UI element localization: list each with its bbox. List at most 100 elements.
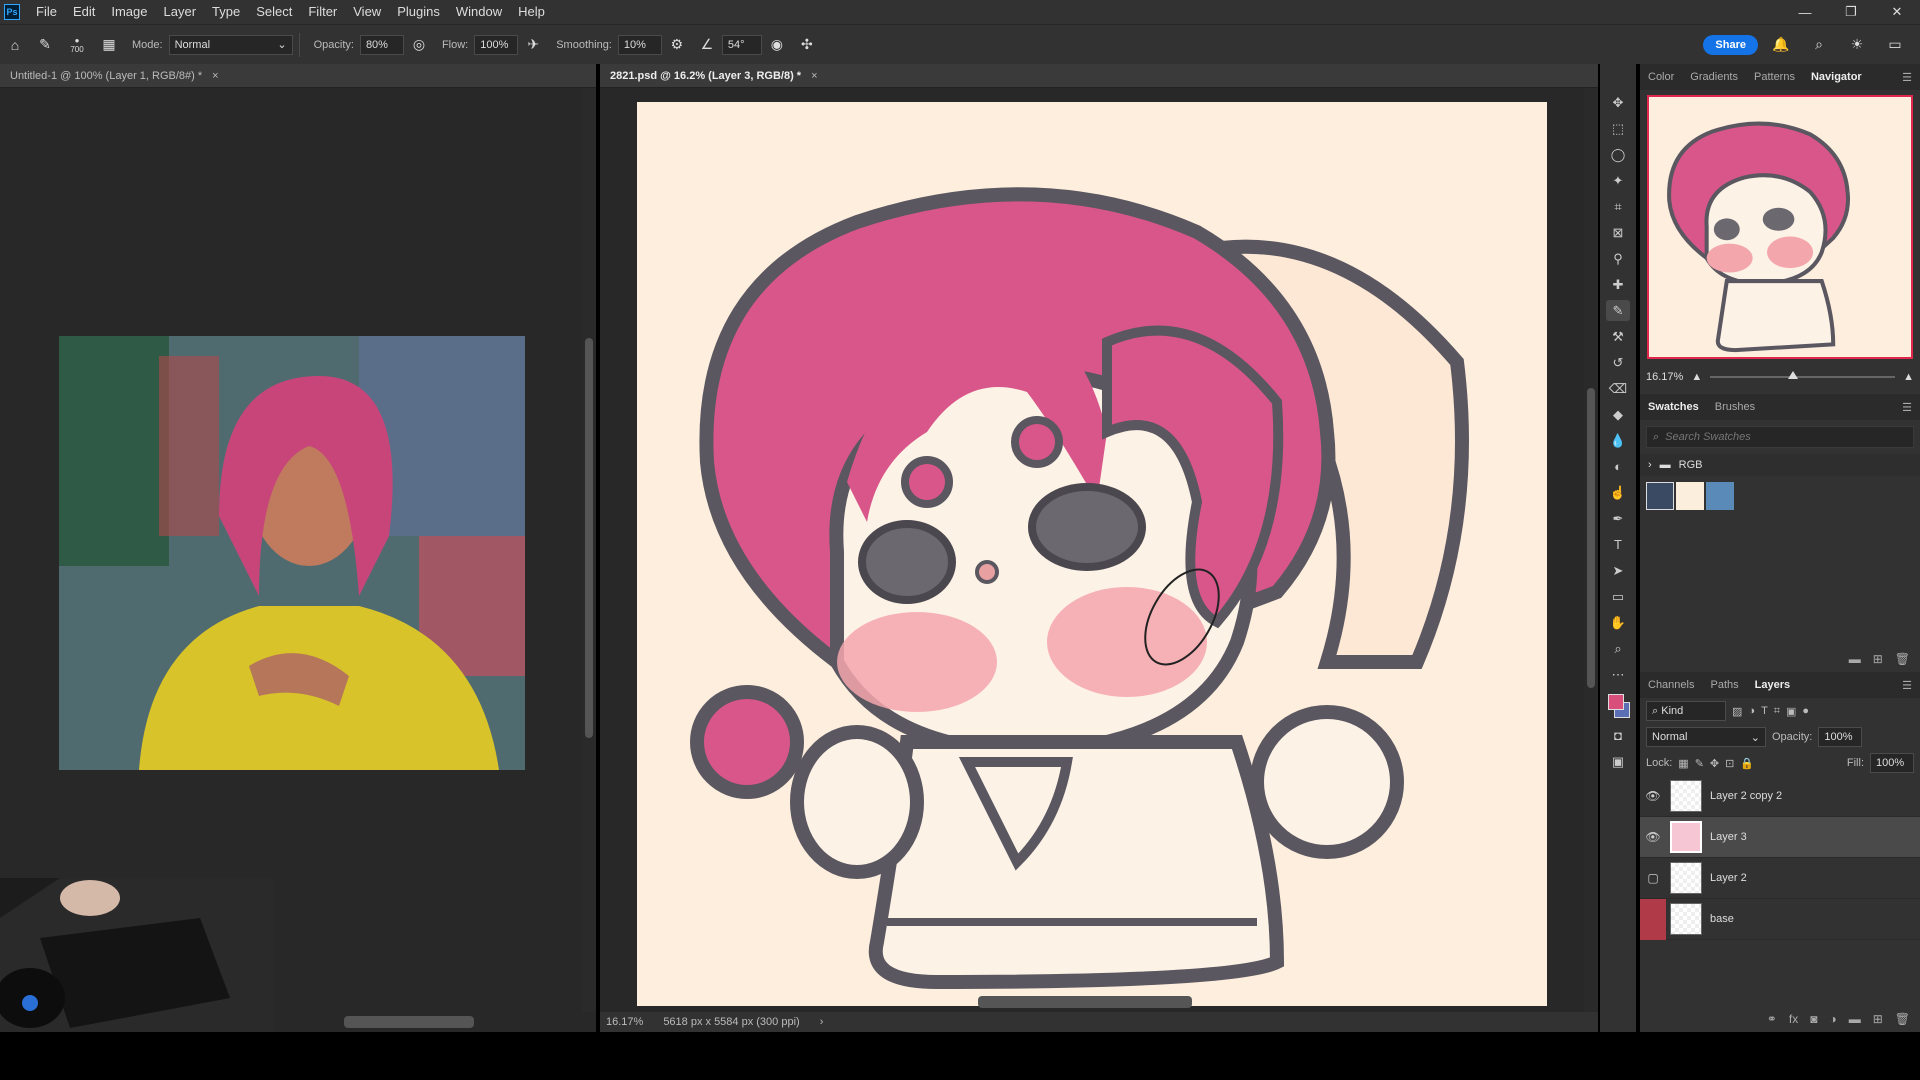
home-icon[interactable]: ⌂ xyxy=(4,34,26,56)
zoom-tool-icon[interactable]: ⌕ xyxy=(1606,638,1630,659)
fill-field[interactable]: 100% xyxy=(1870,753,1914,773)
horizontal-scrollbar[interactable] xyxy=(978,996,1192,1008)
layer-row[interactable]: 👁 Layer 2 copy 2 xyxy=(1640,776,1920,817)
flow-field[interactable]: 100% xyxy=(474,34,519,55)
chevron-right-icon[interactable]: › xyxy=(820,1016,824,1028)
eraser-tool-icon[interactable]: ⌫ xyxy=(1606,378,1630,399)
panel-menu-icon[interactable]: ☰ xyxy=(1894,401,1920,414)
new-swatch-icon[interactable]: ⊞ xyxy=(1873,652,1883,666)
filter-type-icon[interactable]: T xyxy=(1761,705,1768,717)
swatch-light-blue[interactable] xyxy=(1706,482,1734,510)
share-button[interactable]: Share xyxy=(1703,34,1758,55)
menu-image[interactable]: Image xyxy=(103,0,155,24)
tab-close-icon[interactable]: × xyxy=(212,70,218,82)
lock-all-icon[interactable]: 🔒 xyxy=(1740,757,1754,770)
menu-select[interactable]: Select xyxy=(248,0,300,24)
lock-artboard-icon[interactable]: ⊡ xyxy=(1725,757,1734,770)
menu-view[interactable]: View xyxy=(345,0,389,24)
screen-mode-icon[interactable]: ▣ xyxy=(1606,751,1630,772)
panel-menu-icon[interactable]: ☰ xyxy=(1894,71,1920,84)
layer-style-icon[interactable]: fx xyxy=(1789,1012,1798,1026)
tab-layers[interactable]: Layers xyxy=(1747,679,1798,691)
search-icon[interactable]: ⌕ xyxy=(1808,34,1830,56)
airbrush-icon[interactable]: ✈ xyxy=(522,34,544,56)
add-mask-icon[interactable]: ◙ xyxy=(1810,1012,1817,1026)
zoom-out-icon[interactable]: ▲ xyxy=(1691,371,1702,383)
eye-hidden-icon[interactable] xyxy=(1640,898,1666,940)
horizontal-scrollbar[interactable] xyxy=(344,1016,474,1028)
rectangle-tool-icon[interactable]: ▭ xyxy=(1606,586,1630,607)
menu-plugins[interactable]: Plugins xyxy=(389,0,448,24)
new-layer-icon[interactable]: ⊞ xyxy=(1873,1012,1883,1026)
type-tool-icon[interactable]: T xyxy=(1606,534,1630,555)
menu-layer[interactable]: Layer xyxy=(156,0,205,24)
menu-type[interactable]: Type xyxy=(204,0,248,24)
filter-adjustment-icon[interactable]: ◑ xyxy=(1748,705,1755,717)
mode-dropdown[interactable]: Normal ⌄ xyxy=(168,34,293,55)
eye-icon[interactable]: 👁 xyxy=(1640,830,1666,844)
maximize-button[interactable]: ❐ xyxy=(1828,0,1874,24)
tab-paths[interactable]: Paths xyxy=(1702,679,1746,691)
tab-main[interactable]: 2821.psd @ 16.2% (Layer 3, RGB/8) * × xyxy=(600,64,1598,88)
vertical-scrollbar[interactable] xyxy=(1584,88,1598,1012)
swatch-dark-blue[interactable] xyxy=(1646,482,1674,510)
chevron-right-icon[interactable]: › xyxy=(1648,459,1652,471)
artwork-canvas[interactable] xyxy=(637,102,1547,1006)
swatch-cream[interactable] xyxy=(1676,482,1704,510)
link-layers-icon[interactable]: ⚭ xyxy=(1767,1012,1777,1026)
angle-field[interactable]: 54° xyxy=(721,34,762,55)
brush-tool-icon[interactable]: ✎ xyxy=(1606,300,1630,321)
workspace-icon[interactable]: ▭ xyxy=(1884,34,1906,56)
tab-close-icon[interactable]: × xyxy=(811,70,817,82)
filter-toggle-icon[interactable]: ● xyxy=(1802,705,1809,717)
zoom-in-icon[interactable]: ▲ xyxy=(1903,371,1914,383)
swatch-search-input[interactable] xyxy=(1665,431,1866,443)
zoom-level[interactable]: 16.17% xyxy=(606,1016,643,1028)
pressure-opacity-icon[interactable]: ◎ xyxy=(408,34,430,56)
adjustment-layer-icon[interactable]: ◑ xyxy=(1829,1012,1836,1026)
close-window-button[interactable]: ✕ xyxy=(1874,0,1920,24)
minimize-button[interactable]: — xyxy=(1782,0,1828,24)
tab-gradients[interactable]: Gradients xyxy=(1682,71,1746,83)
eye-hidden-icon[interactable]: ▢ xyxy=(1640,871,1666,885)
menu-help[interactable]: Help xyxy=(510,0,553,24)
smoothing-field[interactable]: 10% xyxy=(617,34,662,55)
hand-tool-icon[interactable]: ✋ xyxy=(1606,612,1630,633)
magic-wand-tool-icon[interactable]: ✦ xyxy=(1606,170,1630,191)
eyedropper-tool-icon[interactable]: ⚲ xyxy=(1606,248,1630,269)
brush-settings-icon[interactable]: ▦ xyxy=(98,34,120,56)
lock-transparency-icon[interactable]: ▦ xyxy=(1678,757,1688,770)
tab-channels[interactable]: Channels xyxy=(1640,679,1702,691)
tab-patterns[interactable]: Patterns xyxy=(1746,71,1803,83)
filter-smart-object-icon[interactable]: ▣ xyxy=(1786,705,1796,718)
new-group-icon[interactable]: ▬ xyxy=(1849,652,1861,666)
brush-size-picker[interactable]: ● 700 xyxy=(64,34,90,56)
layer-row[interactable]: base xyxy=(1640,898,1920,940)
tab-brushes[interactable]: Brushes xyxy=(1707,401,1763,413)
blend-mode-dropdown[interactable]: Normal ⌄ xyxy=(1646,727,1766,747)
menu-edit[interactable]: Edit xyxy=(65,0,103,24)
path-selection-tool-icon[interactable]: ➤ xyxy=(1606,560,1630,581)
lock-pixels-icon[interactable]: ✎ xyxy=(1695,757,1704,770)
pressure-size-icon[interactable]: ◉ xyxy=(766,34,788,56)
smudge-tool-icon[interactable]: ☝ xyxy=(1606,482,1630,503)
document-info[interactable]: 5618 px x 5584 px (300 ppi) xyxy=(663,1016,799,1028)
foreground-color[interactable] xyxy=(1608,694,1624,710)
pen-tool-icon[interactable]: ✒ xyxy=(1606,508,1630,529)
filter-pixel-icon[interactable]: ▨ xyxy=(1732,705,1742,718)
clone-stamp-tool-icon[interactable]: ⚒ xyxy=(1606,326,1630,347)
color-swatches[interactable] xyxy=(1604,690,1632,720)
gear-icon[interactable]: ⚙ xyxy=(666,34,688,56)
marquee-tool-icon[interactable]: ⬚ xyxy=(1606,118,1630,139)
trash-icon[interactable]: 🗑 xyxy=(1895,652,1910,666)
opacity-field[interactable]: 80% xyxy=(359,34,404,55)
brush-tool-preset-icon[interactable]: ✎ xyxy=(34,34,56,56)
dodge-tool-icon[interactable]: ◐ xyxy=(1606,456,1630,477)
tab-swatches[interactable]: Swatches xyxy=(1640,401,1707,413)
blur-tool-icon[interactable]: 💧 xyxy=(1606,430,1630,451)
eye-icon[interactable]: 👁 xyxy=(1640,789,1666,803)
symmetry-icon[interactable]: ✣ xyxy=(796,34,818,56)
frame-tool-icon[interactable]: ⊠ xyxy=(1606,222,1630,243)
layer-row-selected[interactable]: 👁 Layer 3 xyxy=(1640,817,1920,858)
layer-opacity-field[interactable]: 100% xyxy=(1818,727,1863,747)
